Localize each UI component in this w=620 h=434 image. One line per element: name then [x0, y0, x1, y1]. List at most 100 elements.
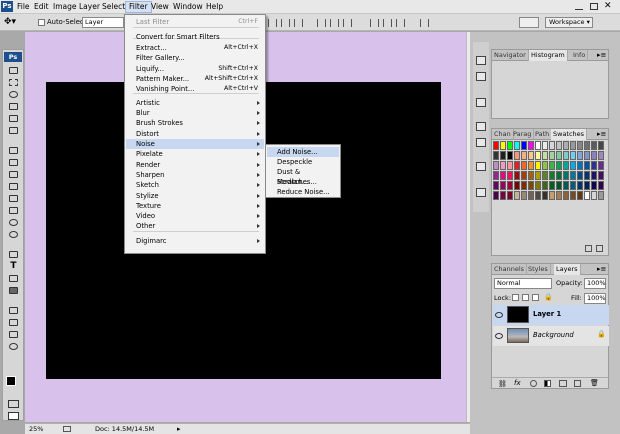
color-swatch[interactable] — [570, 141, 576, 150]
fill-input[interactable]: 100% — [584, 293, 606, 304]
color-swatch[interactable] — [521, 141, 527, 150]
quick-mask-icon[interactable] — [8, 400, 19, 408]
color-swatch[interactable] — [528, 181, 534, 190]
tab-histogram[interactable]: Histogram — [529, 50, 568, 61]
distribute-left-icon[interactable] — [370, 19, 379, 27]
color-swatch[interactable] — [528, 141, 534, 150]
filter-menu-item-pattern-maker[interactable]: Pattern Maker... Alt+Shift+Ctrl+X — [126, 74, 264, 84]
color-swatch[interactable] — [542, 181, 548, 190]
color-swatch[interactable] — [556, 141, 562, 150]
layer-row-background[interactable]: Background 🔒 — [493, 326, 609, 346]
color-swatch[interactable] — [556, 161, 562, 170]
color-swatch[interactable] — [591, 181, 597, 190]
color-swatch[interactable] — [493, 181, 499, 190]
move-tool-icon[interactable] — [6, 66, 21, 75]
blur-tool-icon[interactable] — [6, 218, 21, 227]
color-swatch[interactable] — [514, 191, 520, 200]
color-swatch[interactable] — [542, 141, 548, 150]
lock-transparent-checkbox[interactable] — [512, 294, 519, 301]
clone-stamp-tool-icon[interactable] — [6, 170, 21, 179]
color-swatch[interactable] — [570, 191, 576, 200]
lock-position-checkbox[interactable] — [532, 294, 539, 301]
type-tool-icon[interactable]: T — [6, 262, 21, 271]
filter-menu-item-render[interactable]: Render — [126, 160, 264, 170]
color-swatch[interactable] — [563, 151, 569, 160]
align-bottom-icon[interactable] — [294, 19, 303, 27]
filter-menu-item-brush-strokes[interactable]: Brush Strokes — [126, 118, 264, 128]
lock-all-icon[interactable]: 🔒 — [544, 293, 553, 301]
new-layer-icon[interactable] — [574, 380, 581, 387]
filter-menu-item-filter-gallery[interactable]: Filter Gallery... — [126, 53, 264, 63]
slice-tool-icon[interactable] — [6, 126, 21, 135]
shape-tool-icon[interactable] — [6, 286, 21, 295]
color-swatch[interactable] — [507, 141, 513, 150]
color-swatch[interactable] — [598, 141, 604, 150]
auto-select-dropdown[interactable]: Layer — [82, 17, 124, 28]
color-swatch[interactable] — [521, 191, 527, 200]
panel-menu-icon[interactable]: ▸≡ — [597, 50, 606, 60]
color-swatch[interactable] — [563, 141, 569, 150]
color-swatch[interactable] — [500, 151, 506, 160]
color-swatch[interactable] — [584, 151, 590, 160]
color-swatch[interactable] — [563, 171, 569, 180]
auto-select-checkbox[interactable] — [38, 19, 45, 26]
noise-menu-item-despeckle[interactable]: Despeckle — [267, 157, 339, 167]
color-swatch[interactable] — [507, 191, 513, 200]
hand-tool-icon[interactable] — [6, 330, 21, 339]
color-swatch[interactable] — [556, 181, 562, 190]
color-swatch[interactable] — [528, 191, 534, 200]
color-swatch[interactable] — [577, 151, 583, 160]
visibility-eye-icon[interactable] — [495, 312, 503, 318]
color-swatch[interactable] — [570, 181, 576, 190]
color-swatch[interactable] — [528, 151, 534, 160]
color-swatch[interactable] — [521, 151, 527, 160]
filter-menu-item-artistic[interactable]: Artistic — [126, 98, 264, 108]
blend-mode-dropdown[interactable]: Normal — [494, 278, 552, 289]
opacity-input[interactable]: 100% — [584, 278, 606, 289]
delete-layer-icon[interactable]: 🗑 — [590, 379, 599, 387]
color-swatch[interactable] — [514, 141, 520, 150]
filter-menu-item-liquify[interactable]: Liquify... Shift+Ctrl+X — [126, 64, 264, 74]
filter-menu-item-sketch[interactable]: Sketch — [126, 180, 264, 190]
filter-menu-item-convert-for-smart-filters[interactable]: Convert for Smart Filters — [126, 32, 264, 42]
color-swatch[interactable] — [493, 161, 499, 170]
tab-channels-2[interactable]: Channels — [492, 264, 528, 275]
color-swatch[interactable] — [584, 181, 590, 190]
filter-menu-item-pixelate[interactable]: Pixelate — [126, 149, 264, 159]
color-swatch[interactable] — [549, 191, 555, 200]
color-swatch[interactable] — [535, 161, 541, 170]
color-swatch[interactable] — [521, 161, 527, 170]
color-swatch[interactable] — [493, 191, 499, 200]
tab-paths[interactable]: Path — [533, 129, 553, 140]
color-swatch[interactable] — [542, 171, 548, 180]
tab-layers[interactable]: Layers — [554, 264, 581, 275]
filter-menu-item-video[interactable]: Video — [126, 211, 264, 221]
panel-menu-icon[interactable]: ▸≡ — [597, 129, 606, 139]
color-swatch[interactable] — [528, 161, 534, 170]
adjustment-layer-icon[interactable] — [544, 380, 551, 387]
color-swatch[interactable] — [577, 181, 583, 190]
tab-info[interactable]: Info — [571, 50, 589, 61]
align-vcenter-icon[interactable] — [281, 19, 290, 27]
color-swatch[interactable] — [542, 151, 548, 160]
eraser-tool-icon[interactable] — [6, 194, 21, 203]
color-swatch[interactable] — [584, 191, 590, 200]
restore-icon[interactable] — [590, 3, 598, 10]
color-swatch[interactable] — [577, 191, 583, 200]
color-swatch[interactable] — [549, 171, 555, 180]
noise-menu-item-median[interactable]: Median... — [267, 177, 339, 187]
color-swatch[interactable] — [493, 171, 499, 180]
close-icon[interactable]: ✕ — [604, 0, 612, 12]
pen-tool-icon[interactable] — [6, 250, 21, 259]
character-panel-icon[interactable] — [476, 188, 486, 197]
color-swatch[interactable] — [500, 141, 506, 150]
brush-tool-icon[interactable] — [6, 158, 21, 167]
tab-styles[interactable]: Styles — [526, 264, 551, 275]
foreground-color-swatch[interactable] — [6, 376, 16, 386]
marquee-tool-icon[interactable] — [6, 78, 21, 87]
color-swatch[interactable] — [521, 171, 527, 180]
color-swatch[interactable] — [507, 171, 513, 180]
color-swatch[interactable] — [556, 171, 562, 180]
color-swatch[interactable] — [549, 151, 555, 160]
color-swatch[interactable] — [500, 191, 506, 200]
